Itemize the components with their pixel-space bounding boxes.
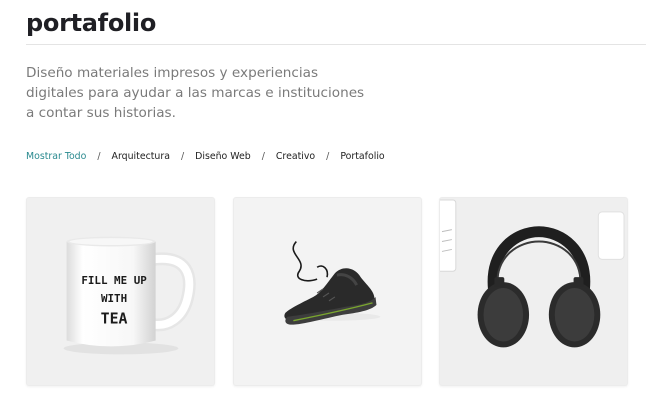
portfolio-item-sneaker[interactable] xyxy=(233,197,422,386)
filter-separator: / xyxy=(97,150,101,162)
headphones-image xyxy=(440,199,625,348)
filter-creative[interactable]: Creativo xyxy=(276,151,315,162)
sneaker-image xyxy=(284,241,381,325)
filter-show-all[interactable]: Mostrar Todo xyxy=(26,151,86,162)
mug-text-line-3: TEA xyxy=(101,311,128,328)
mug-text-line-1: FILL ME UP xyxy=(81,274,147,287)
portfolio-item-headphones[interactable] xyxy=(439,197,628,386)
filter-separator: / xyxy=(180,150,185,162)
filter-web-design[interactable]: Diseño Web xyxy=(195,151,251,162)
filter-architecture[interactable]: Arquitectura xyxy=(112,151,170,162)
title-divider xyxy=(26,44,646,45)
page-title: portafolio xyxy=(26,9,157,37)
coffee-mug-image: FILL ME UP WITH TEA xyxy=(63,236,196,355)
portfolio-item-mug[interactable]: FILL ME UP WITH TEA xyxy=(26,197,215,386)
portfolio-filter-nav: Mostrar Todo / Arquitectura / Diseño Web… xyxy=(26,149,385,163)
filter-portfolio[interactable]: Portafolio xyxy=(340,151,384,162)
filter-separator: / xyxy=(261,150,265,162)
mug-text-line-2: WITH xyxy=(101,292,127,305)
filter-separator: / xyxy=(326,150,330,162)
intro-text: Diseño materiales impresos y experiencia… xyxy=(26,65,365,121)
